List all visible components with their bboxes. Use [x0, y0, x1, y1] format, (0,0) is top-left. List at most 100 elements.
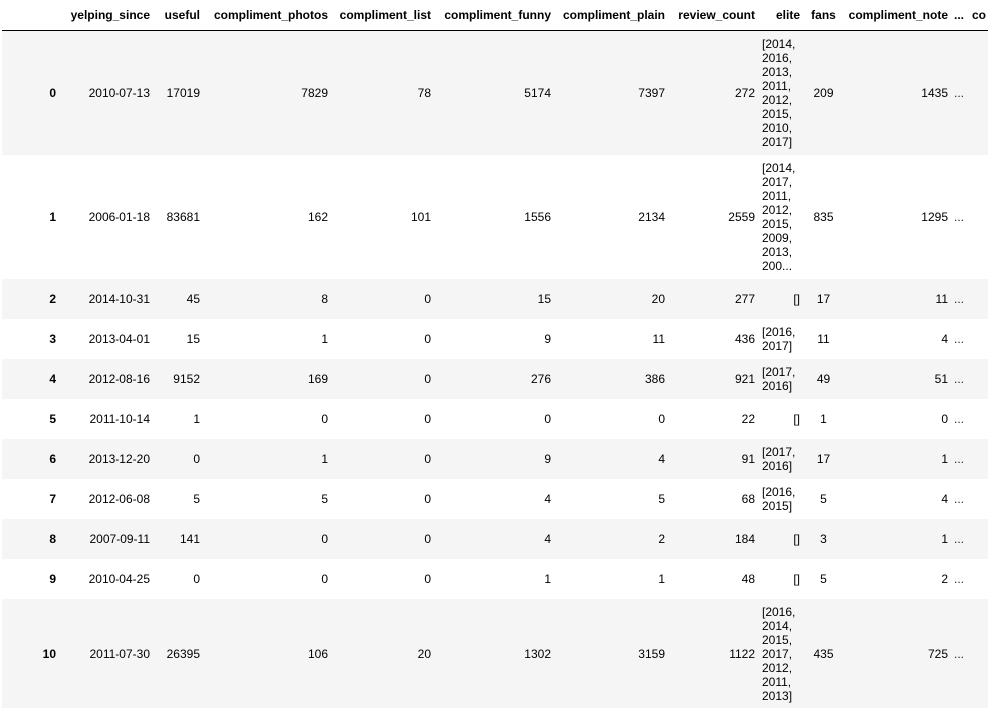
cell-compliment-list: 0	[424, 571, 431, 586]
table-row: 2 2014-10-31 45 8 0 15 20 277 [] 17 11...	[2, 278, 988, 319]
cell-compliment-note: 2	[941, 571, 948, 586]
elite-year: 200...	[762, 258, 793, 273]
elite-year: 2017]	[762, 134, 793, 149]
cell-compliment-note: 4	[941, 331, 948, 346]
cell-ellipsis: ...	[954, 571, 965, 586]
cell-compliment-plain: 386	[644, 371, 665, 386]
dataframe-table: yelping_since useful compliment_photos c…	[2, 0, 988, 708]
cell-compliment-funny: 4	[544, 491, 551, 506]
elite-year: 2016,	[762, 50, 793, 65]
cell-elite: [2016, 2014, 2015, 2017, 2012, 2011, 2013]	[757, 599, 802, 708]
cell-compliment-plain: 0	[658, 411, 665, 426]
cell-compliment-note: 11	[935, 291, 948, 306]
cell-fans: 17	[816, 451, 831, 466]
cell-compliment-list: 0	[424, 331, 431, 346]
elite-year: 2011,	[762, 188, 792, 203]
cell-compliment-photos: 106	[307, 647, 328, 661]
cell-compliment-note: 1435	[921, 85, 948, 100]
cell-elite: []	[757, 559, 802, 599]
cell-compliment-list: 0	[424, 451, 431, 466]
cell-ellipsis: ...	[954, 371, 965, 386]
cell-review-count: 436	[734, 331, 755, 346]
elite-year: [2016,	[762, 484, 796, 499]
cell-useful: 17019	[166, 85, 200, 100]
elite-year: []	[793, 291, 800, 306]
elite-year: [2016,	[762, 324, 796, 339]
column-header-compliment-funny: compliment_funny	[433, 0, 553, 31]
cell-compliment-plain: 11	[652, 331, 665, 346]
elite-year: 2014,	[762, 619, 793, 633]
cell-review-count: 921	[734, 371, 755, 386]
cell-compliment-plain: 4	[658, 451, 665, 466]
elite-year: 2012,	[762, 92, 793, 107]
row-index: 6	[49, 451, 56, 466]
cell-compliment-funny: 0	[544, 411, 551, 426]
elite-year: 2015,	[762, 106, 793, 121]
elite-list: []	[762, 532, 800, 546]
cell-compliment-list: 0	[424, 371, 431, 386]
cell-compliment-plain: 2	[658, 531, 665, 546]
elite-list: []	[762, 412, 800, 426]
cell-compliment-photos: 162	[307, 209, 328, 224]
elite-year: 2015]	[762, 498, 793, 513]
table-row: 6 2013-12-20 0 1 0 9 4 91 [2017, 2016] 17 1...	[2, 438, 988, 479]
column-header-ellipsis: ...	[950, 0, 970, 31]
cell-truncated	[970, 319, 988, 359]
cell-compliment-photos: 0	[321, 531, 328, 546]
table-row: 3 2013-04-01 15 1 0 9 11 436 [2016, 2017] 11 4...	[2, 318, 988, 359]
cell-yelping-since: 2010-07-13	[88, 85, 150, 100]
elite-list: [2016, 2015]	[762, 485, 800, 513]
cell-useful: 15	[186, 331, 200, 346]
cell-compliment-plain: 7397	[638, 85, 665, 100]
cell-elite: [2016, 2015]	[757, 479, 802, 519]
row-index: 4	[49, 371, 56, 386]
cell-elite: [2014, 2017, 2011, 2012, 2015, 2009, 2013, 200.…	[757, 155, 802, 279]
cell-truncated	[970, 31, 988, 155]
row-index: 9	[49, 571, 56, 586]
elite-year: [2014,	[762, 36, 796, 51]
cell-ellipsis: ...	[954, 647, 965, 661]
cell-compliment-list: 0	[424, 291, 431, 306]
cell-compliment-funny: 4	[544, 531, 551, 546]
row-index: 2	[49, 291, 56, 306]
cell-compliment-funny: 1556	[524, 209, 551, 224]
cell-compliment-list: 78	[417, 85, 431, 100]
cell-compliment-plain: 1	[658, 571, 665, 586]
elite-year: 2013,	[762, 244, 793, 259]
cell-useful: 83681	[166, 209, 200, 224]
row-index: 8	[49, 531, 56, 546]
cell-useful: 9152	[173, 371, 200, 386]
cell-compliment-list: 0	[424, 491, 431, 506]
elite-year: 2012,	[762, 661, 793, 675]
cell-compliment-funny: 1302	[524, 647, 551, 661]
cell-compliment-note: 1	[941, 531, 948, 546]
cell-ellipsis: ...	[954, 491, 965, 506]
cell-compliment-note: 725	[927, 647, 948, 661]
cell-fans: 49	[816, 371, 831, 386]
column-header-compliment-list: compliment_list	[330, 0, 433, 31]
cell-compliment-funny: 9	[544, 331, 551, 346]
elite-year: [2017,	[762, 364, 796, 379]
table-row: 5 2011-10-14 1 0 0 0 0 22 [] 1 0...	[2, 398, 988, 439]
cell-review-count: 68	[741, 491, 755, 506]
elite-list: [2016, 2017]	[762, 325, 800, 353]
cell-compliment-funny: 9	[544, 451, 551, 466]
cell-compliment-photos: 7829	[301, 85, 328, 100]
cell-fans: 835	[813, 209, 834, 224]
cell-fans: 1	[820, 411, 827, 426]
elite-list: [2017, 2016]	[762, 445, 800, 473]
cell-compliment-funny: 5174	[524, 85, 551, 100]
cell-fans: 435	[813, 647, 834, 661]
cell-truncated	[970, 599, 988, 708]
cell-compliment-list: 0	[424, 411, 431, 426]
cell-elite: [2016, 2017]	[757, 319, 802, 359]
cell-truncated	[970, 359, 988, 399]
elite-year: []	[793, 411, 800, 426]
elite-year: 2016]	[762, 378, 793, 393]
column-header-compliment-plain: compliment_plain	[553, 0, 667, 31]
cell-truncated	[970, 155, 988, 279]
cell-ellipsis: ...	[954, 451, 965, 466]
cell-fans: 3	[820, 531, 827, 546]
column-header-compliment-photos: compliment_photos	[202, 0, 330, 31]
elite-list: []	[762, 292, 800, 306]
